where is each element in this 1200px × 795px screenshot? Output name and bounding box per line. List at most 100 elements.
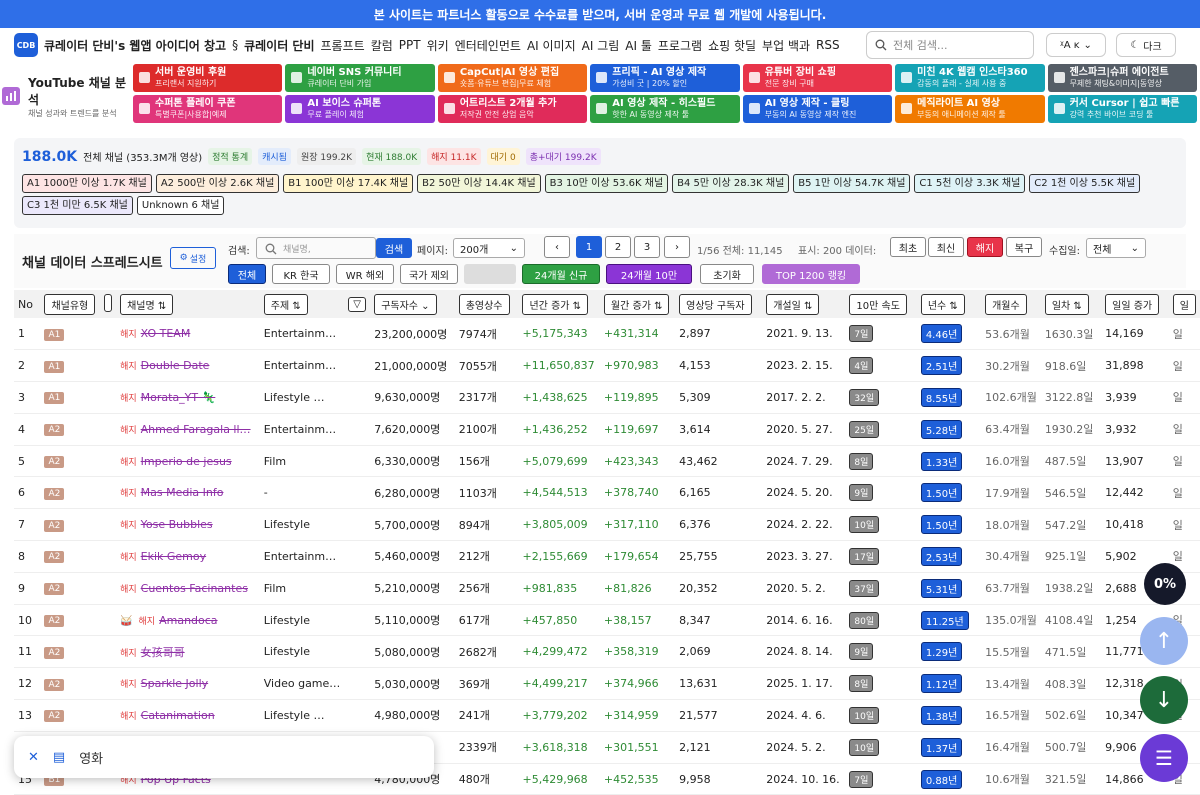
sponsor-card[interactable]: 어트리스트 2개월 추가 저작권 안전 상업 음악 bbox=[437, 95, 588, 123]
channel-name[interactable]: 女孩哥哥 bbox=[141, 646, 185, 659]
filter-all-button[interactable]: 전체 bbox=[228, 264, 266, 284]
sponsor-card[interactable]: AI 영상 제작 - 클링 부동의 AI 동영상 제작 엔진 bbox=[742, 95, 893, 123]
global-search-input[interactable]: 전체 검색... bbox=[866, 31, 1034, 59]
page-button[interactable]: 1 bbox=[576, 236, 602, 258]
column-header-label[interactable]: 일 bbox=[1172, 293, 1196, 315]
channel-name[interactable]: Ekik Gemoy bbox=[141, 550, 207, 563]
nav-link[interactable]: AI 이미지 bbox=[527, 37, 576, 54]
table-row[interactable]: 12 A2 해지 Sparkle Jolly Video game… 5,030,000명… bbox=[14, 667, 1200, 701]
table-row[interactable]: 7 A2 해지 Yose Bubbles Lifestyle 5,700,000명 894개… bbox=[14, 508, 1200, 542]
sponsor-card[interactable]: 커서 Cursor | 쉽고 빠른 강력 추천 바이브 코딩 툴 bbox=[1047, 95, 1197, 123]
sponsor-card[interactable]: AI 보이스 슈퍼톤 무료 플레이 체험 bbox=[285, 95, 435, 123]
nav-link[interactable]: 위키 bbox=[427, 37, 449, 54]
column-header-label[interactable]: 개설일 ⇅ bbox=[766, 293, 820, 315]
channel-name[interactable]: Amandoca bbox=[159, 614, 217, 627]
column-header-label[interactable]: 구독자수 ⌄ bbox=[374, 293, 437, 315]
page-button[interactable]: 3 bbox=[634, 236, 660, 258]
column-header-label[interactable]: 영상당 구독자 bbox=[679, 293, 752, 315]
table-row[interactable]: 9 A2 해지 Cuentos Facinantes Film 5,210,000명 256… bbox=[14, 572, 1200, 605]
nav-link[interactable]: 프로그램 bbox=[658, 37, 702, 54]
channel-name[interactable]: XO TEAM bbox=[141, 327, 191, 340]
channel-name[interactable]: Cuentos Facinantes bbox=[141, 582, 248, 595]
sponsor-card[interactable]: 메직라이트 AI 영상 부동의 애니메이션 제작 툴 bbox=[895, 95, 1045, 123]
channel-name[interactable]: Morata_YT 🦎 bbox=[141, 391, 216, 404]
grade-filter-chip[interactable]: Unknown 6 채널 bbox=[136, 196, 225, 215]
filter-icon[interactable]: ▽ bbox=[348, 296, 366, 312]
scroll-top-button[interactable]: ↑ bbox=[1140, 617, 1188, 665]
table-row[interactable]: 10 A2 🥁 해지 Amandoca Lifestyle 5,110,000명 617개 +4… bbox=[14, 604, 1200, 637]
settings-button[interactable]: ⚙ 설정 bbox=[170, 247, 216, 269]
language-select[interactable]: ᵡA ĸ ⌄ bbox=[1046, 33, 1106, 57]
channel-name[interactable]: Yose Bubbles bbox=[141, 518, 213, 531]
sponsor-card[interactable]: AI 영상 제작 - 히스필드 핫한 AI 동영상 제작 툴 bbox=[590, 95, 740, 123]
reset-button[interactable]: 초기화 bbox=[700, 264, 754, 284]
grade-filter-chip[interactable]: B4 5만 이상 28.3K 채널 bbox=[672, 174, 790, 193]
nav-link[interactable]: RSS bbox=[816, 38, 840, 52]
page-size-select[interactable]: 200개 ⌄ bbox=[453, 238, 525, 258]
dark-mode-toggle[interactable]: ☾ 다크 bbox=[1116, 33, 1176, 57]
column-header-label[interactable]: 일일 증가 bbox=[1105, 293, 1160, 315]
channel-name[interactable]: Imperio de jesus bbox=[141, 455, 232, 468]
grade-filter-chip[interactable]: C3 1천 미만 6.5K 채널 bbox=[22, 196, 133, 215]
nav-link[interactable]: AI 그림 bbox=[582, 37, 620, 54]
grade-filter-chip[interactable]: C2 1천 이상 5.5K 채널 bbox=[1029, 174, 1141, 193]
search-button[interactable]: 검색 bbox=[376, 238, 412, 258]
filter-24m-new-button[interactable]: 24개월 신규 bbox=[522, 264, 600, 284]
collect-date-select[interactable]: 전체 ⌄ bbox=[1086, 238, 1146, 258]
sponsor-card[interactable]: 미친 4K 웹캠 인스타360 감동의 플래 - 실제 사용 중 bbox=[895, 64, 1045, 92]
table-row[interactable]: 2 A1 해지 Double Date Entertainm… 21,000,000명 70… bbox=[14, 349, 1200, 383]
grade-filter-chip[interactable]: C1 5천 이상 3.3K 채널 bbox=[914, 174, 1026, 193]
scroll-bottom-button[interactable]: ↓ bbox=[1140, 676, 1188, 724]
sort-newest-button[interactable]: 최신 bbox=[928, 237, 964, 257]
column-header-label[interactable]: 채널유형 bbox=[44, 293, 96, 315]
menu-button[interactable]: ☰ bbox=[1140, 734, 1188, 782]
sponsor-card[interactable]: 네이버 SNS 커뮤니티 큐레이터 단비 가입 bbox=[285, 64, 435, 92]
next-page-button[interactable]: › bbox=[664, 236, 690, 258]
column-header-label[interactable]: 10만 속도 bbox=[849, 293, 907, 315]
filter-kr-button[interactable]: KR 한국 bbox=[272, 264, 330, 284]
grade-filter-chip[interactable]: A1 1000만 이상 1.7K 채널 bbox=[22, 174, 152, 193]
table-row[interactable]: 1 A1 해지 XO TEAM Entertainm… 23,200,000명 7974개 +… bbox=[14, 318, 1200, 351]
nav-link[interactable]: 프롬프트 bbox=[321, 37, 365, 54]
nav-link[interactable]: 부업 백과 bbox=[762, 37, 810, 54]
filter-wr-button[interactable]: WR 해외 bbox=[336, 264, 394, 284]
sponsor-card[interactable]: CapCut|AI 영상 편집 숏폼·유튜브 편집|무료 체험 bbox=[437, 64, 588, 92]
sort-oldest-button[interactable]: 최초 bbox=[890, 237, 926, 257]
channel-search-input[interactable]: 채널명, bbox=[256, 237, 376, 259]
site-brand[interactable]: 큐레이터 단비's 웹앱 아이디어 창고 bbox=[44, 37, 226, 54]
table-row[interactable]: 13 A2 해지 Catanimation Lifestyle … 4,980,000명 2… bbox=[14, 699, 1200, 732]
column-toggle[interactable] bbox=[104, 293, 113, 312]
nav-link[interactable]: PPT bbox=[399, 38, 421, 52]
table-row[interactable]: 8 A2 해지 Ekik Gemoy Entertainm… 5,460,000명 212개… bbox=[14, 540, 1200, 573]
channel-name[interactable]: Catanimation bbox=[141, 709, 215, 722]
channel-name[interactable]: Mas Media Info bbox=[141, 486, 224, 499]
column-header-label[interactable]: 채널명 ⇅ bbox=[120, 293, 174, 315]
sort-restore-button[interactable]: 복구 bbox=[1006, 237, 1042, 257]
column-header-label[interactable]: 총영상수 bbox=[458, 293, 510, 315]
filter-blank-button[interactable] bbox=[464, 264, 516, 284]
grade-filter-chip[interactable]: B3 10만 이상 53.6K 채널 bbox=[544, 174, 669, 193]
prev-page-button[interactable]: ‹ bbox=[544, 236, 570, 258]
top1200-ranking-button[interactable]: TOP 1200 랭킹 bbox=[762, 264, 860, 284]
table-row[interactable]: 4 A2 해지 Ahmed Faragala ll… Entertainm… 7,620,… bbox=[14, 413, 1200, 446]
scroll-progress-button[interactable]: 0% bbox=[1144, 563, 1186, 605]
column-header-label[interactable]: 일차 ⇅ bbox=[1044, 293, 1089, 315]
grade-filter-chip[interactable]: B1 100만 이상 17.4K 채널 bbox=[283, 174, 414, 193]
filter-exclude-country-button[interactable]: 국가 제외 bbox=[400, 264, 458, 284]
table-row[interactable]: 11 A2 해지 女孩哥哥 Lifestyle 5,080,000명 2682개 +4,299… bbox=[14, 635, 1200, 669]
table-row[interactable]: 5 A2 해지 Imperio de jesus Film 6,330,000명 156개 +… bbox=[14, 445, 1200, 478]
sort-cut-button[interactable]: 해지 bbox=[967, 237, 1003, 257]
nav-link[interactable]: 칼럼 bbox=[371, 37, 393, 54]
table-row[interactable]: 3 A1 해지 Morata_YT 🦎 Lifestyle … 9,630,000명 231… bbox=[14, 381, 1200, 414]
sponsor-card[interactable]: 유튜버 장비 쇼핑 전문 장비 구매 bbox=[742, 64, 893, 92]
sponsor-card[interactable]: 프리픽 - AI 영상 제작 가성비 굿 | 20% 할인 bbox=[590, 64, 740, 92]
column-header-label[interactable]: 개월수 bbox=[985, 293, 1027, 315]
nav-link[interactable]: AI 툴 bbox=[625, 37, 652, 54]
sponsor-card[interactable]: 수퍼톤 플레이 쿠폰 특별쿠폰|사용합|예제 bbox=[133, 95, 283, 123]
table-row[interactable]: 6 A2 해지 Mas Media Info - 6,280,000명 1103개 +4,54… bbox=[14, 476, 1200, 510]
nav-link[interactable]: 엔터테인먼트 bbox=[455, 37, 521, 54]
filter-24m-100k-button[interactable]: 24개월 10만 bbox=[606, 264, 692, 284]
channel-name[interactable]: Ahmed Faragala ll… bbox=[141, 423, 251, 436]
site-logo[interactable]: CDB bbox=[14, 33, 38, 57]
nav-link[interactable]: § bbox=[232, 38, 238, 52]
